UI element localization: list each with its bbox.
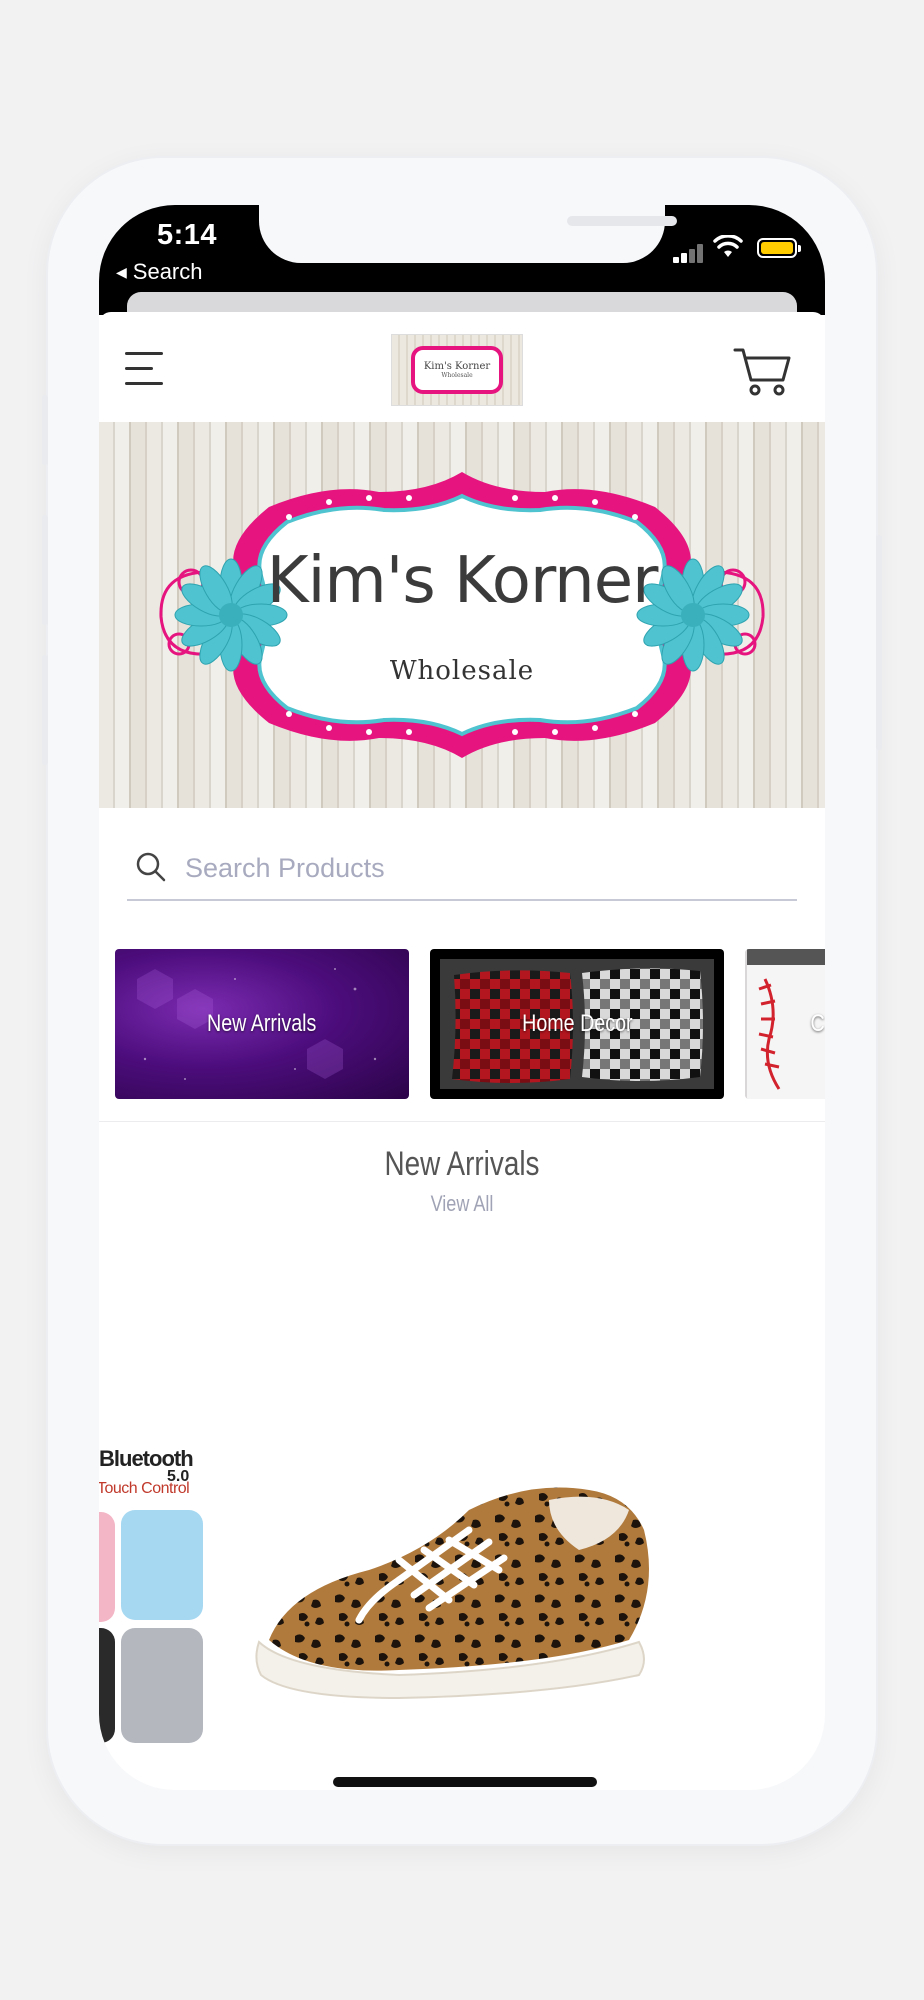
section-title: New Arrivals bbox=[384, 1145, 540, 1183]
cellular-signal-icon bbox=[673, 243, 705, 263]
category-home-decor[interactable]: Home Decor bbox=[430, 949, 724, 1099]
category-new-arrivals[interactable]: New Arrivals bbox=[115, 949, 409, 1099]
side-button-power bbox=[876, 535, 882, 750]
earbuds-touch-text: Touch Control bbox=[99, 1480, 190, 1497]
header-logo[interactable]: Kim's Korner Wholesale bbox=[391, 334, 523, 406]
status-time: 5:14 bbox=[157, 219, 218, 251]
category-label: Home Decor bbox=[521, 1010, 633, 1037]
app-header: Kim's Korner Wholesale bbox=[99, 312, 825, 422]
back-label: Search bbox=[132, 259, 203, 284]
home-indicator[interactable] bbox=[333, 1777, 597, 1787]
shopping-cart-icon[interactable] bbox=[733, 346, 791, 398]
category-carousel[interactable]: New Arrivals Home Decor C bbox=[99, 949, 825, 1099]
battery-icon bbox=[757, 238, 801, 258]
hamburger-menu-icon[interactable] bbox=[125, 352, 167, 388]
side-button-mute bbox=[42, 395, 48, 465]
category-label: New Arrivals bbox=[207, 1010, 317, 1037]
back-arrow-icon: ◀ bbox=[116, 264, 127, 280]
notch bbox=[259, 205, 677, 263]
product-leopard-sneaker[interactable] bbox=[249, 1470, 669, 1700]
header-logo-title: Kim's Korner bbox=[423, 361, 491, 372]
search-icon bbox=[136, 852, 166, 882]
side-button-volume-up bbox=[42, 515, 48, 625]
category-partial[interactable]: C bbox=[745, 949, 825, 1099]
side-button-volume-down bbox=[42, 655, 48, 765]
banner-subtitle: Wholesale bbox=[389, 656, 535, 686]
section-divider bbox=[99, 1121, 825, 1122]
store-banner: Kim's Korner Wholesale bbox=[99, 422, 825, 808]
header-logo-subtitle: Wholesale bbox=[441, 372, 473, 379]
category-label: C bbox=[810, 1010, 825, 1037]
app-screen: 5:14 ◀ Search Kim's Korner Wholesale Kim… bbox=[99, 205, 825, 1790]
product-earbuds[interactable]: Bluetooth 5.0 Touch Control bbox=[99, 1440, 205, 1770]
search-input[interactable] bbox=[183, 847, 787, 889]
speaker bbox=[567, 216, 677, 226]
wifi-icon bbox=[713, 235, 743, 257]
view-all-link[interactable]: View All bbox=[164, 1191, 759, 1217]
banner-title: Kim's Korner bbox=[266, 544, 659, 618]
back-to-search-link[interactable]: ◀ Search bbox=[116, 259, 203, 285]
search-bar bbox=[127, 835, 797, 901]
